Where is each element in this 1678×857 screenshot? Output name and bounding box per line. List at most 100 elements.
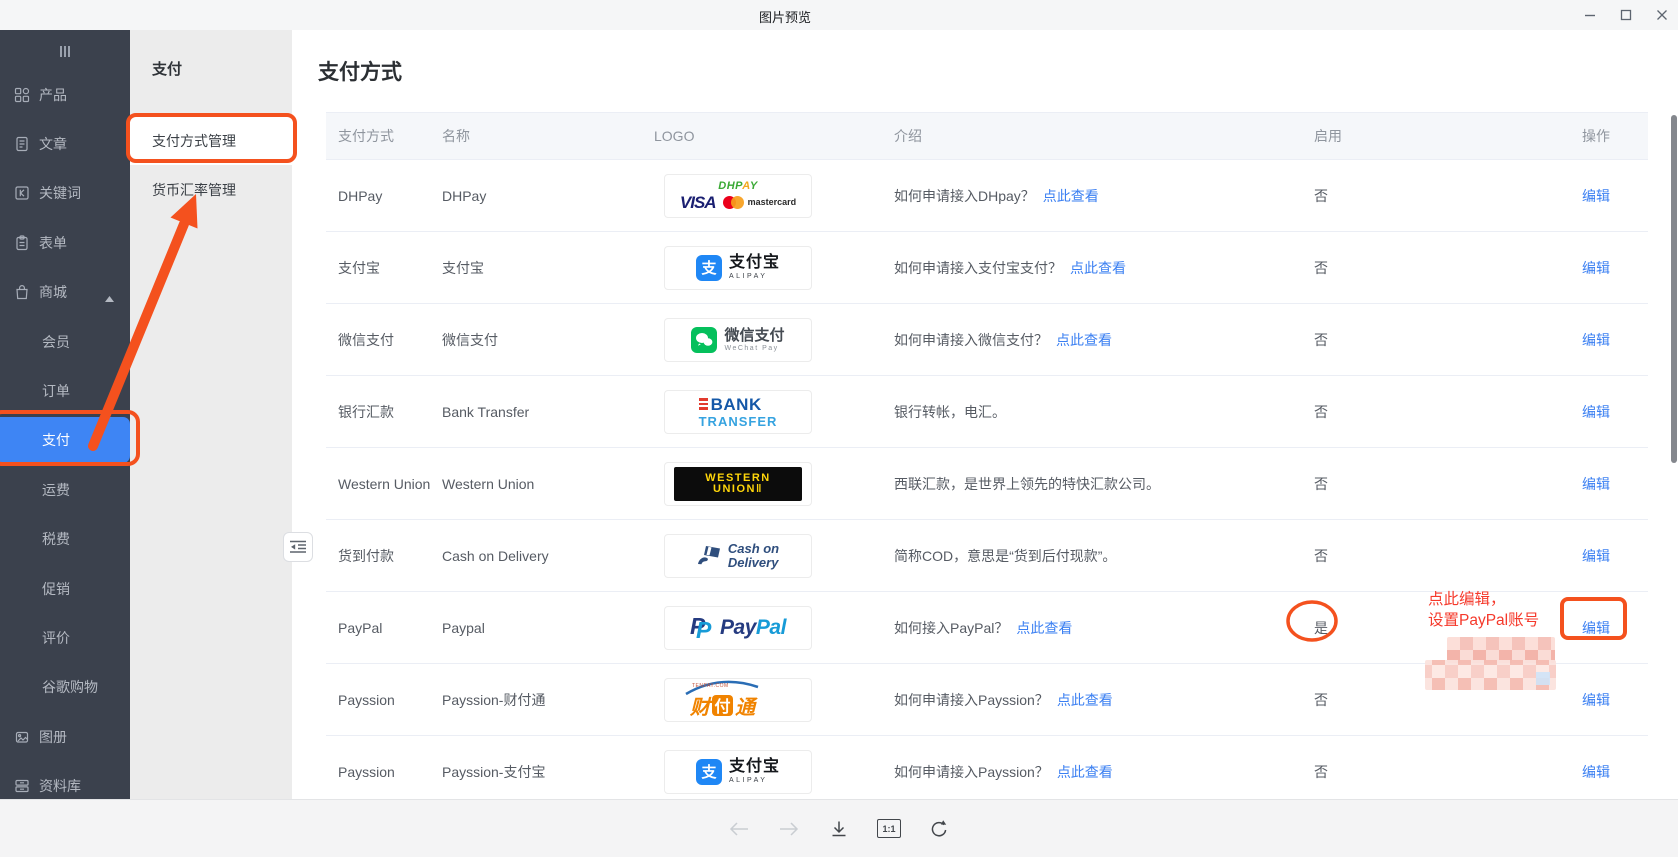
- method-cell: Western Union: [326, 476, 430, 492]
- intro-cell: 如何申请接入Payssion？点此查看: [882, 762, 1302, 782]
- name-cell: Paypal: [430, 620, 642, 636]
- preview-toolbar: 1:1: [0, 799, 1678, 857]
- panel-fold-button[interactable]: [283, 532, 313, 562]
- view-details-link[interactable]: 点此查看: [1057, 764, 1113, 780]
- keyword-icon: [14, 185, 30, 201]
- enabled-cell: 否: [1302, 762, 1472, 782]
- panel-item-货币汇率管理[interactable]: 货币汇率管理: [130, 165, 292, 214]
- alipay-icon: 支: [696, 759, 722, 785]
- method-cell: 货到付款: [326, 546, 430, 566]
- sidebar-collapse-icon[interactable]: [0, 30, 130, 66]
- view-details-link[interactable]: 点此查看: [1056, 332, 1112, 348]
- alipay-logo: 支支付宝ALIPAY: [696, 759, 780, 785]
- sidebar-item-税费[interactable]: 税费: [0, 515, 130, 564]
- view-details-link[interactable]: 点此查看: [1057, 692, 1113, 708]
- name-cell: Western Union: [430, 476, 642, 492]
- name-cell: 微信支付: [430, 330, 642, 350]
- sidebar-item-产品[interactable]: 产品: [0, 70, 130, 119]
- sidebar-item-谷歌购物[interactable]: 谷歌购物: [0, 663, 130, 712]
- table-row-PayPal-Paypal: PayPalPaypalPPPayPal如何接入PayPal？点此查看是编辑: [326, 592, 1648, 664]
- edit-link[interactable]: 编辑: [1582, 404, 1610, 420]
- western-union-logo: WESTERNUNION‖: [674, 467, 802, 501]
- sidebar-item-关键词[interactable]: 关键词: [0, 169, 130, 218]
- column-header-启用: 启用: [1302, 126, 1472, 146]
- view-details-link[interactable]: 点此查看: [1043, 188, 1099, 204]
- column-header-操作: 操作: [1472, 126, 1648, 146]
- wechat-icon: [691, 327, 717, 353]
- sidebar-item-商城[interactable]: 商城: [0, 268, 130, 317]
- caret-up-icon: [105, 296, 114, 302]
- download-icon[interactable]: [827, 817, 851, 841]
- intro-cell: 简称COD，意思是“货到后付现款”。: [882, 546, 1302, 566]
- table-row-Payssion-Payssion-支付宝: PayssionPayssion-支付宝支支付宝ALIPAY如何申请接入Pays…: [326, 736, 1648, 808]
- wechat-pay-logo: 微信支付WeChat Pay: [691, 327, 784, 353]
- panel-item-支付方式管理[interactable]: 支付方式管理: [130, 116, 292, 165]
- page-title: 支付方式: [318, 56, 402, 86]
- edit-link[interactable]: 编辑: [1582, 548, 1610, 564]
- actual-size-icon[interactable]: 1:1: [877, 817, 901, 841]
- sidebar-item-文章[interactable]: 文章: [0, 119, 130, 168]
- titlebar: 图片预览: [0, 0, 1678, 30]
- main-area: 支付方式 支付方式名称LOGO介绍启用操作 DHPayDHPayDHPAYVIS…: [292, 30, 1678, 800]
- sidebar-item-会员[interactable]: 会员: [0, 317, 130, 366]
- sidebar-item-评价[interactable]: 评价: [0, 613, 130, 662]
- intro-cell: 西联汇款，是世界上领先的特快汇款公司。: [882, 474, 1302, 494]
- enabled-cell: 否: [1302, 402, 1472, 422]
- sidebar-item-促销[interactable]: 促销: [0, 564, 130, 613]
- method-cell: Payssion: [326, 764, 430, 780]
- window-title: 图片预览: [759, 7, 811, 26]
- doc-icon: [14, 136, 30, 152]
- table-row-Payssion-Payssion-财付通: PayssionPayssion-财付通TENPAY.COM财付通如何申请接入P…: [326, 664, 1648, 736]
- sidebar: 产品文章关键词表单商城会员订单支付运费税费促销评价谷歌购物图册资料库: [0, 30, 130, 800]
- intro-cell: 如何申请接入DHpay？点此查看: [882, 186, 1302, 206]
- column-header-LOGO: LOGO: [642, 128, 882, 144]
- sidebar-item-表单[interactable]: 表单: [0, 218, 130, 267]
- vertical-scrollbar[interactable]: [1671, 115, 1677, 463]
- sidebar-item-运费[interactable]: 运费: [0, 465, 130, 514]
- column-header-名称: 名称: [430, 126, 642, 146]
- sidebar-item-资料库[interactable]: 资料库: [0, 761, 130, 800]
- edit-link[interactable]: 编辑: [1582, 476, 1610, 492]
- edit-link[interactable]: 编辑: [1582, 332, 1610, 348]
- column-header-支付方式: 支付方式: [326, 126, 430, 146]
- action-cell: 编辑: [1472, 546, 1648, 566]
- paypal-icon: PP: [690, 614, 714, 642]
- logo-cell: 微信支付WeChat Pay: [642, 318, 882, 362]
- minimize-icon[interactable]: [1582, 7, 1598, 23]
- maximize-icon[interactable]: [1618, 7, 1634, 23]
- enabled-cell: 否: [1302, 690, 1472, 710]
- enabled-cell: 是: [1302, 618, 1472, 638]
- enabled-cell: 否: [1302, 474, 1472, 494]
- sidebar-item-支付[interactable]: 支付: [0, 416, 130, 465]
- table-row-银行汇款-Bank Transfer: 银行汇款Bank TransferBANKTRANSFER银行转帐，电汇。否编辑: [326, 376, 1648, 448]
- table-row-支付宝-支付宝: 支付宝支付宝支支付宝ALIPAY如何申请接入支付宝支付？点此查看否编辑: [326, 232, 1648, 304]
- panel-title: 支付: [152, 58, 182, 79]
- previous-image-icon[interactable]: [727, 817, 751, 841]
- sidebar-item-图册[interactable]: 图册: [0, 712, 130, 761]
- window-controls: [1582, 0, 1670, 30]
- edit-link[interactable]: 编辑: [1582, 620, 1610, 636]
- table-header-row: 支付方式名称LOGO介绍启用操作: [326, 112, 1648, 160]
- image-preview-window: 图片预览 产品文章关键词表单商城会员订单支付运费税费促销评价谷歌购物图册资料库 …: [0, 0, 1678, 857]
- intro-cell: 如何申请接入微信支付？点此查看: [882, 330, 1302, 350]
- edit-link[interactable]: 编辑: [1582, 692, 1610, 708]
- close-icon[interactable]: [1654, 7, 1670, 23]
- edit-link[interactable]: 编辑: [1582, 188, 1610, 204]
- logo-cell: WESTERNUNION‖: [642, 462, 882, 506]
- view-details-link[interactable]: 点此查看: [1070, 260, 1126, 276]
- method-cell: 微信支付: [326, 330, 430, 350]
- name-cell: DHPay: [430, 188, 642, 204]
- method-cell: PayPal: [326, 620, 430, 636]
- table-row-DHPay-DHPay: DHPayDHPayDHPAYVISAmastercard如何申请接入DHpay…: [326, 160, 1648, 232]
- action-cell: 编辑: [1472, 690, 1648, 710]
- next-image-icon[interactable]: [777, 817, 801, 841]
- tenpay-logo: TENPAY.COM财付通: [678, 679, 798, 721]
- rotate-icon[interactable]: [927, 817, 951, 841]
- table-row-货到付款-Cash on Delivery: 货到付款Cash on DeliveryCash onDelivery简称COD…: [326, 520, 1648, 592]
- intro-cell: 如何接入PayPal？点此查看: [882, 618, 1302, 638]
- edit-link[interactable]: 编辑: [1582, 764, 1610, 780]
- enabled-cell: 否: [1302, 258, 1472, 278]
- view-details-link[interactable]: 点此查看: [1016, 620, 1072, 636]
- edit-link[interactable]: 编辑: [1582, 260, 1610, 276]
- sidebar-item-订单[interactable]: 订单: [0, 366, 130, 415]
